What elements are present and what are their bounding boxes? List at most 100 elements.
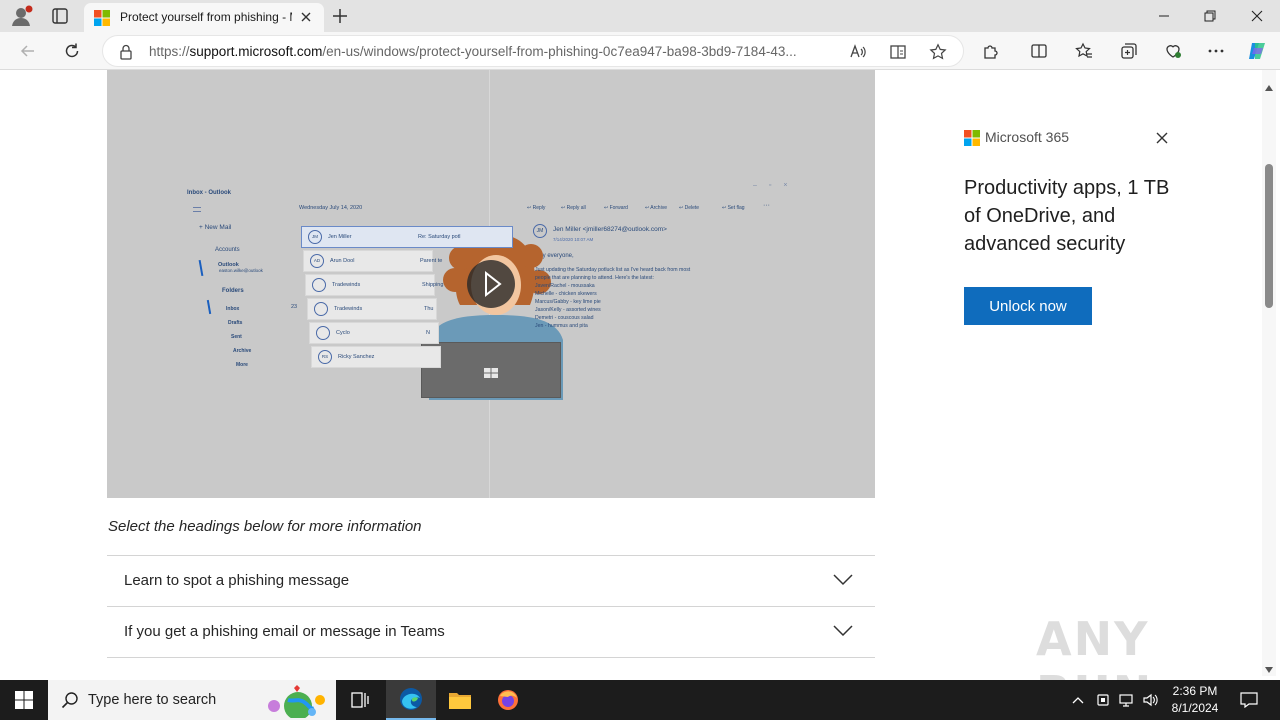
- windows-taskbar: Type here to search 2:36 PM 8/1/2024: [0, 680, 1280, 720]
- reading-body-line: Demetri - couscous salad: [535, 315, 594, 321]
- message-subject: Re: Saturday potl: [418, 234, 461, 240]
- collections-icon[interactable]: [1116, 39, 1142, 63]
- reading-action: ↩ Delete: [679, 205, 700, 211]
- network-icon[interactable]: [1115, 680, 1137, 720]
- task-view-icon[interactable]: [336, 680, 384, 720]
- message-row: Tradewinds Thu: [307, 298, 437, 320]
- unlock-now-button[interactable]: Unlock now: [964, 287, 1092, 325]
- message-avatar: [312, 278, 326, 292]
- profile-icon[interactable]: [8, 4, 36, 28]
- message-row: AD Arun Dool Parent te: [303, 250, 442, 272]
- reading-body-line: Marcus/Gabby - key lime pie: [535, 299, 601, 305]
- inbox-count: 23: [291, 304, 298, 310]
- message-avatar: JM: [308, 230, 322, 244]
- favorites-icon[interactable]: [1071, 39, 1097, 63]
- extensions-icon[interactable]: [978, 39, 1004, 63]
- start-button[interactable]: [0, 680, 48, 720]
- immersive-reader-icon[interactable]: [889, 43, 907, 61]
- restore-button[interactable]: [1187, 0, 1233, 32]
- tab-title: Protect yourself from phishing - Microso…: [120, 10, 292, 24]
- new-mail-label: + New Mail: [199, 224, 232, 231]
- url-path: /en-us/windows/protect-yourself-from-phi…: [322, 44, 797, 59]
- accordion-spot-phishing[interactable]: Learn to spot a phishing message: [107, 555, 875, 607]
- message-subject: Thu: [424, 306, 434, 312]
- play-button[interactable]: [467, 260, 515, 308]
- reading-body-line: Just updating the Saturday potluck list …: [535, 267, 691, 273]
- message-sender: Ricky Sanchez: [338, 354, 375, 360]
- mail-title: Inbox - Outlook: [187, 190, 231, 196]
- folder-item: More: [236, 362, 248, 368]
- tray-overflow-icon[interactable]: [1066, 680, 1090, 720]
- reading-action: ↩ Reply all: [561, 205, 586, 211]
- page-scrollbar[interactable]: [1262, 70, 1276, 676]
- url-text[interactable]: https://support.microsoft.com/en-us/wind…: [149, 44, 839, 59]
- reading-action: ↩ Set flag: [722, 205, 745, 211]
- message-subject: Shipping: [422, 282, 444, 288]
- folder-bar: [206, 299, 212, 315]
- message-avatar: [316, 326, 330, 340]
- chevron-down-icon: [833, 574, 853, 586]
- reading-body-line: Michelle - chicken skewers: [535, 291, 597, 297]
- message-row: Cyclo N: [309, 322, 439, 344]
- close-window-button[interactable]: [1234, 0, 1280, 32]
- microsoft-favicon-icon: [94, 10, 110, 26]
- message-subject: N: [426, 330, 430, 336]
- reading-action: ↩ Archive: [645, 205, 667, 211]
- video-player[interactable]: Inbox - Outlook Wednesday July 14, 2020 …: [107, 70, 875, 498]
- file-explorer-icon[interactable]: [436, 680, 484, 720]
- scrollbar-thumb[interactable]: [1265, 164, 1273, 308]
- tab-close-icon[interactable]: [298, 9, 314, 25]
- folder-item: Sent: [231, 334, 242, 340]
- account-bar: [198, 259, 204, 277]
- play-icon: [485, 270, 502, 298]
- new-mail-text: New Mail: [204, 224, 232, 231]
- taskbar-search[interactable]: Type here to search: [48, 680, 336, 720]
- reading-action: ↩ Forward: [604, 205, 628, 211]
- clock-date: 8/1/2024: [1171, 701, 1219, 715]
- browser-title-bar: Protect yourself from phishing - Microso…: [0, 0, 1280, 32]
- message-sender: Cyclo: [336, 330, 350, 336]
- accordion-teams-phishing[interactable]: If you get a phishing email or message i…: [107, 606, 875, 658]
- accordion-divider: [107, 657, 875, 658]
- account-email: easton.wilke@outlook: [219, 268, 263, 273]
- more-menu-icon[interactable]: [1203, 39, 1229, 63]
- ad-brand: Microsoft 365: [985, 129, 1070, 145]
- device-icon[interactable]: [1092, 680, 1114, 720]
- back-icon[interactable]: [15, 39, 41, 63]
- reading-body-line: Javen/Rachel - moussaka: [535, 283, 595, 289]
- microsoft-logo-icon: [964, 130, 980, 146]
- favorite-star-icon[interactable]: [929, 43, 947, 61]
- browser-essentials-icon[interactable]: [1160, 39, 1186, 63]
- folders-label: Folders: [222, 288, 244, 294]
- page-content: Inbox - Outlook Wednesday July 14, 2020 …: [4, 70, 1262, 676]
- url-domain: support.microsoft.com: [189, 44, 323, 59]
- address-bar[interactable]: https://support.microsoft.com/en-us/wind…: [102, 35, 964, 67]
- firefox-icon[interactable]: [484, 680, 532, 720]
- read-aloud-icon[interactable]: [849, 43, 867, 61]
- refresh-icon[interactable]: [59, 39, 85, 63]
- scroll-up-icon[interactable]: [1265, 78, 1273, 91]
- new-tab-icon[interactable]: [330, 6, 350, 26]
- tab-active[interactable]: Protect yourself from phishing - Microso…: [84, 3, 324, 32]
- message-sender: Tradewinds: [334, 306, 363, 312]
- chevron-down-icon: [833, 625, 853, 637]
- minimize-button[interactable]: [1141, 0, 1187, 32]
- copilot-icon[interactable]: [1244, 39, 1270, 63]
- system-clock[interactable]: 2:36 PM 8/1/2024: [1162, 683, 1228, 717]
- folder-item: Inbox: [226, 306, 240, 312]
- message-avatar: AD: [310, 254, 324, 268]
- lock-icon[interactable]: [119, 44, 133, 60]
- edge-taskbar-icon[interactable]: [386, 680, 436, 720]
- message-sender: Jen Miller: [328, 234, 352, 240]
- windows-logo-icon: [484, 365, 498, 378]
- accordion-label: Learn to spot a phishing message: [124, 572, 350, 589]
- tab-actions-icon[interactable]: [50, 6, 70, 26]
- accordion-label: If you get a phishing email or message i…: [124, 623, 445, 640]
- section-caption: Select the headings below for more infor…: [108, 518, 422, 535]
- notifications-icon[interactable]: [1234, 680, 1264, 720]
- volume-icon[interactable]: [1139, 680, 1161, 720]
- split-screen-icon[interactable]: [1026, 39, 1052, 63]
- reading-action-more: ···: [763, 202, 770, 209]
- hamburger-icon: [193, 207, 201, 212]
- ad-close-icon[interactable]: [1152, 128, 1172, 148]
